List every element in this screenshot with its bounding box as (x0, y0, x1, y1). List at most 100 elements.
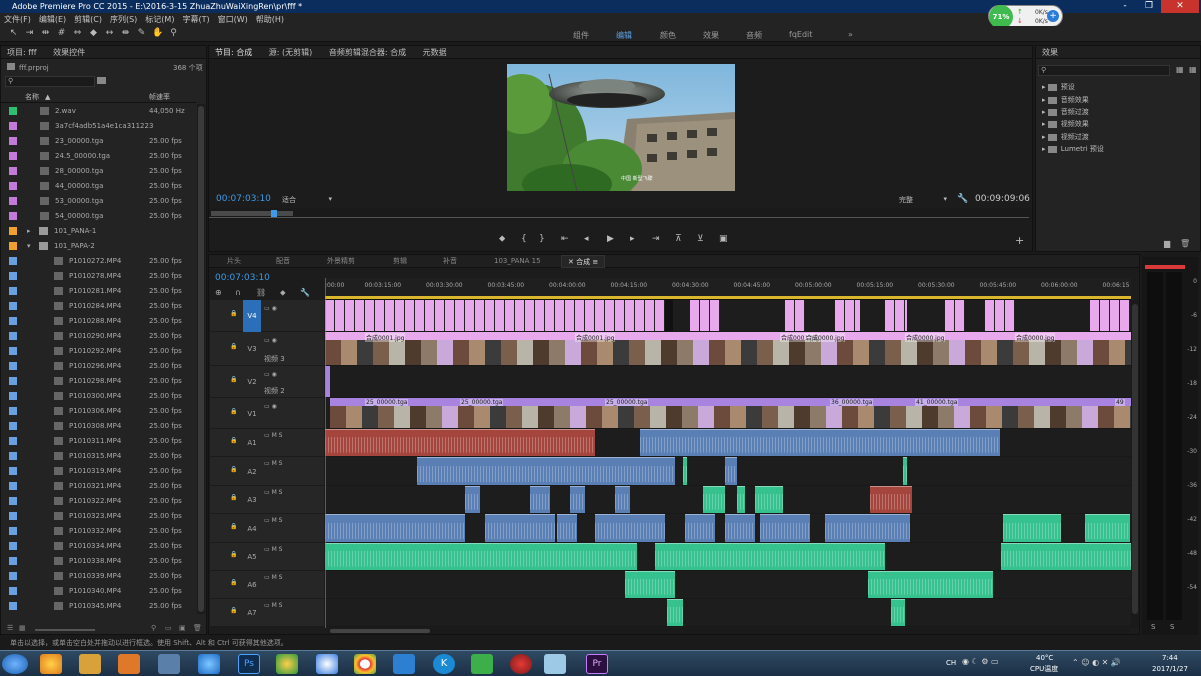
label-color-swatch[interactable] (9, 467, 17, 475)
label-color-swatch[interactable] (9, 107, 17, 115)
track-lane-v2[interactable] (325, 366, 1131, 398)
track-header-a7[interactable]: 🔒 A7 ▭ M S (210, 599, 324, 627)
effect-folder-audio-transitions[interactable]: ▸ 音频过渡 (1042, 106, 1089, 118)
list-item[interactable]: P1010278.MP4 25.00 fps (1, 269, 196, 284)
export-frame-icon[interactable]: ▣ (719, 234, 728, 244)
timeline-clip[interactable] (825, 514, 910, 542)
close-tab-icon[interactable]: ✕ (568, 258, 576, 266)
label-color-swatch[interactable] (9, 227, 17, 235)
timeline-clip[interactable] (985, 300, 1015, 331)
timeline-clip[interactable] (330, 398, 1131, 428)
effect-folder-audio-effects[interactable]: ▸ 音频效果 (1042, 94, 1089, 106)
list-item[interactable]: P1010315.MP4 25.00 fps (1, 449, 196, 464)
maximize-button[interactable]: ❐ (1137, 0, 1161, 13)
menu-edit[interactable]: 编辑(E) (35, 13, 70, 26)
label-color-swatch[interactable] (9, 242, 17, 250)
timeline-clip[interactable] (1090, 300, 1130, 331)
track-visibility-icon[interactable]: ▭ ◉ (264, 337, 277, 344)
add-marker-icon[interactable]: ⬥ (280, 288, 286, 298)
column-name[interactable]: 名称 (25, 91, 39, 103)
menu-sequence[interactable]: 序列(S) (106, 13, 141, 26)
label-color-swatch[interactable] (9, 437, 17, 445)
timeline-clip[interactable] (760, 514, 810, 542)
list-item[interactable]: P1010339.MP4 25.00 fps (1, 569, 196, 584)
step-forward-icon[interactable]: ▸ (630, 234, 635, 244)
list-item[interactable]: P1010323.MP4 25.00 fps (1, 509, 196, 524)
list-item[interactable]: P1010345.MP4 25.00 fps (1, 599, 196, 614)
find-icon[interactable]: ⚲ (151, 624, 156, 632)
bin-row[interactable]: ▾ 101_PAPA-2 (1, 239, 196, 254)
track-lock-icon[interactable]: 🔒 (230, 437, 237, 444)
timeline-clip[interactable] (665, 300, 673, 331)
timeline-clip[interactable] (891, 599, 905, 626)
track-lock-icon[interactable]: 🔒 (230, 607, 237, 614)
track-header-a3[interactable]: 🔒 A3 ▭ M S (210, 486, 324, 514)
effect-folder-video-effects[interactable]: ▸ 视频效果 (1042, 118, 1089, 130)
label-color-swatch[interactable] (9, 512, 17, 520)
list-item[interactable]: 2.wav 44,050 Hz (1, 104, 196, 119)
photoshop-icon[interactable]: Ps (238, 654, 260, 674)
list-item[interactable]: P1010340.MP4 25.00 fps (1, 584, 196, 599)
label-color-swatch[interactable] (9, 422, 17, 430)
workspace-editing[interactable]: 编辑 (616, 30, 632, 41)
add-marker-icon[interactable]: ⬥ (499, 234, 505, 244)
track-lane-a2[interactable] (325, 457, 1131, 486)
tab-sequence-sound[interactable]: 补音 (443, 255, 457, 268)
timeline-clip[interactable] (885, 300, 907, 331)
track-mute-solo-buttons[interactable]: ▭ M S (264, 574, 282, 581)
go-to-out-icon[interactable]: ⇥ (652, 234, 660, 244)
tab-sequence-composite[interactable]: ✕ 合成 ≡ (561, 255, 606, 268)
32bit-effects-icon[interactable]: ▦ (1189, 65, 1197, 74)
play-icon[interactable]: ▶ (607, 234, 614, 244)
timeline-clip[interactable] (325, 514, 465, 542)
track-lock-icon[interactable]: 🔒 (230, 343, 237, 350)
start-button-icon[interactable] (2, 654, 28, 674)
video-player-icon[interactable] (316, 654, 338, 674)
list-view-icon[interactable]: ☰ (7, 624, 13, 632)
column-frame-rate[interactable]: 帧速率 (149, 91, 170, 103)
list-item[interactable]: P1010308.MP4 25.00 fps (1, 419, 196, 434)
list-item[interactable]: P1010322.MP4 25.00 fps (1, 494, 196, 509)
timeline-clip[interactable] (667, 599, 683, 626)
label-color-swatch[interactable] (9, 407, 17, 415)
tab-effects[interactable]: 效果 (1042, 48, 1058, 57)
button-editor-icon[interactable]: + (1015, 234, 1024, 247)
hand-tool-icon[interactable]: ✋ (152, 28, 163, 39)
track-mute-solo-buttons[interactable]: ▭ M S (264, 489, 282, 496)
timeline-clip[interactable] (755, 486, 783, 513)
track-target-toggle[interactable]: A5 (243, 551, 261, 563)
track-lane-a1[interactable] (325, 429, 1131, 457)
tab-sequence-voiceover[interactable]: 配音 (276, 255, 290, 268)
label-color-swatch[interactable] (9, 137, 17, 145)
track-lock-icon[interactable]: 🔒 (230, 466, 237, 473)
timeline-clip[interactable] (737, 486, 745, 513)
track-lock-icon[interactable]: 🔒 (230, 579, 237, 586)
timeline-clip[interactable] (945, 300, 965, 331)
label-color-swatch[interactable] (9, 182, 17, 190)
rate-stretch-tool-icon[interactable]: ⇔ (72, 28, 83, 39)
track-mute-solo-buttons[interactable]: ▭ M S (264, 546, 282, 553)
icon-view-icon[interactable]: ▦ (19, 624, 26, 632)
zoom-tool-icon[interactable]: ⚲ (168, 28, 179, 39)
track-lane-a6[interactable] (325, 571, 1131, 599)
delete-icon[interactable]: 🗑 (193, 624, 202, 632)
effect-folder-video-transitions[interactable]: ▸ 视频过渡 (1042, 131, 1089, 143)
label-color-swatch[interactable] (9, 152, 17, 160)
track-target-toggle[interactable]: A2 (243, 466, 261, 478)
timeline-clip[interactable] (655, 543, 885, 570)
timeline-clip[interactable] (1001, 543, 1131, 570)
mark-in-icon[interactable]: { (521, 234, 527, 244)
timeline-clip[interactable] (640, 429, 1000, 456)
label-color-swatch[interactable] (9, 302, 17, 310)
list-item[interactable]: 54_00000.tga 25.00 fps (1, 209, 196, 224)
effect-folder-presets[interactable]: ▸ 预设 (1042, 81, 1075, 93)
solo-left-button[interactable]: S (1151, 623, 1155, 631)
menu-help[interactable]: 帮助(H) (252, 13, 288, 26)
delete-icon[interactable]: 🗑 (1180, 239, 1190, 248)
label-color-swatch[interactable] (9, 452, 17, 460)
pen-tool-icon[interactable]: ✎ (136, 28, 147, 39)
list-item[interactable]: 23_00000.tga 25.00 fps (1, 134, 196, 149)
track-lane-a7[interactable] (325, 599, 1131, 627)
track-target-toggle[interactable]: A4 (243, 523, 261, 535)
list-item[interactable]: P1010298.MP4 25.00 fps (1, 374, 196, 389)
